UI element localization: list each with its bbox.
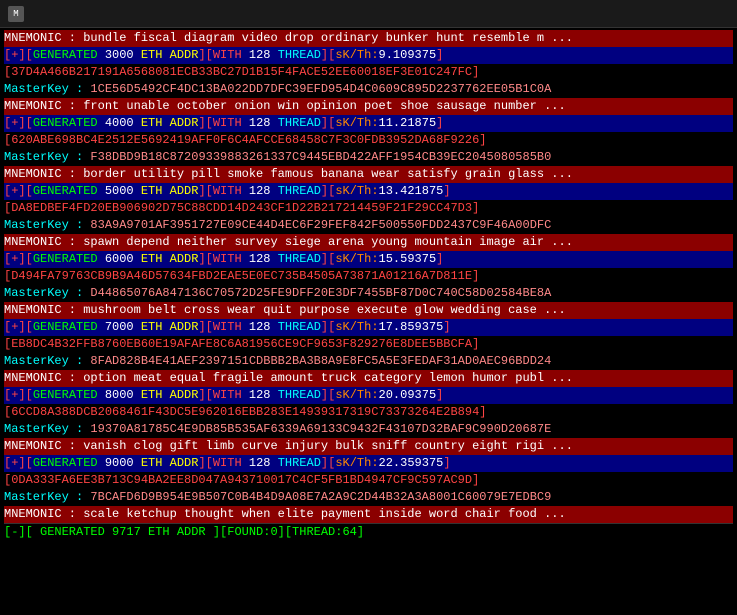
- terminal-line-14: [D494FA79763CB9B9A46D57634FBD2EAE5E0EC73…: [4, 268, 733, 285]
- terminal-line-24: MNEMONIC : vanish clog gift limb curve i…: [4, 438, 733, 455]
- terminal-line-2: [37D4A466B217191A6568081ECB33BC27D1B15F4…: [4, 64, 733, 81]
- terminal-line-5: [+][GENERATED 4000 ETH ADDR][WITH 128 TH…: [4, 115, 733, 132]
- terminal-line-20: MNEMONIC : option meat equal fragile amo…: [4, 370, 733, 387]
- terminal-line-7: MasterKey : F38DBD9B18C87209339883261337…: [4, 149, 733, 166]
- app-icon: M: [8, 6, 24, 22]
- terminal-line-23: MasterKey : 19370A81785C4E9DB85B535AF633…: [4, 421, 733, 438]
- terminal-line-28: MNEMONIC : scale ketchup thought when el…: [4, 506, 733, 523]
- terminal-line-12: MNEMONIC : spawn depend neither survey s…: [4, 234, 733, 251]
- terminal-line-4: MNEMONIC : front unable october onion wi…: [4, 98, 733, 115]
- terminal-line-0: MNEMONIC : bundle fiscal diagram video d…: [4, 30, 733, 47]
- terminal-line-6: [620ABE698BC4E2512E5692419AFF0F6C4AFCCE6…: [4, 132, 733, 149]
- terminal-line-15: MasterKey : D44865076A847136C70572D25FE9…: [4, 285, 733, 302]
- terminal-line-3: MasterKey : 1CE56D5492CF4DC13BA022DD7DFC…: [4, 81, 733, 98]
- terminal-line-10: [DA8EDBEF4FD20EB906902D75C88CDD14D243CF1…: [4, 200, 733, 217]
- terminal-line-25: [+][GENERATED 9000 ETH ADDR][WITH 128 TH…: [4, 455, 733, 472]
- terminal-line-17: [+][GENERATED 7000 ETH ADDR][WITH 128 TH…: [4, 319, 733, 336]
- terminal-line-19: MasterKey : 8FAD828B4E41AEF2397151CDBBB2…: [4, 353, 733, 370]
- terminal-line-11: MasterKey : 83A9A9701AF3951727E09CE44D4E…: [4, 217, 733, 234]
- terminal-line-13: [+][GENERATED 6000 ETH ADDR][WITH 128 TH…: [4, 251, 733, 268]
- terminal-line-21: [+][GENERATED 8000 ETH ADDR][WITH 128 TH…: [4, 387, 733, 404]
- terminal-line-29: [-][ GENERATED 9717 ETH ADDR ][FOUND:0][…: [4, 523, 733, 541]
- terminal-line-1: [+][GENERATED 3000 ETH ADDR][WITH 128 TH…: [4, 47, 733, 64]
- terminal-line-8: MNEMONIC : border utility pill smoke fam…: [4, 166, 733, 183]
- title-bar: M: [0, 0, 737, 28]
- terminal-line-9: [+][GENERATED 5000 ETH ADDR][WITH 128 TH…: [4, 183, 733, 200]
- terminal-line-27: MasterKey : 7BCAFD6D9B954E9B507C0B4B4D9A…: [4, 489, 733, 506]
- terminal-line-16: MNEMONIC : mushroom belt cross wear quit…: [4, 302, 733, 319]
- terminal-line-18: [EB8DC4B32FFB8760EB60E19AFAFE8C6A81956CE…: [4, 336, 733, 353]
- terminal-line-22: [6CCD8A388DCB2068461F43DC5E962016EBB283E…: [4, 404, 733, 421]
- terminal-line-26: [0DA333FA6EE3B713C94BA2EE8D047A943710017…: [4, 472, 733, 489]
- terminal: MNEMONIC : bundle fiscal diagram video d…: [0, 28, 737, 615]
